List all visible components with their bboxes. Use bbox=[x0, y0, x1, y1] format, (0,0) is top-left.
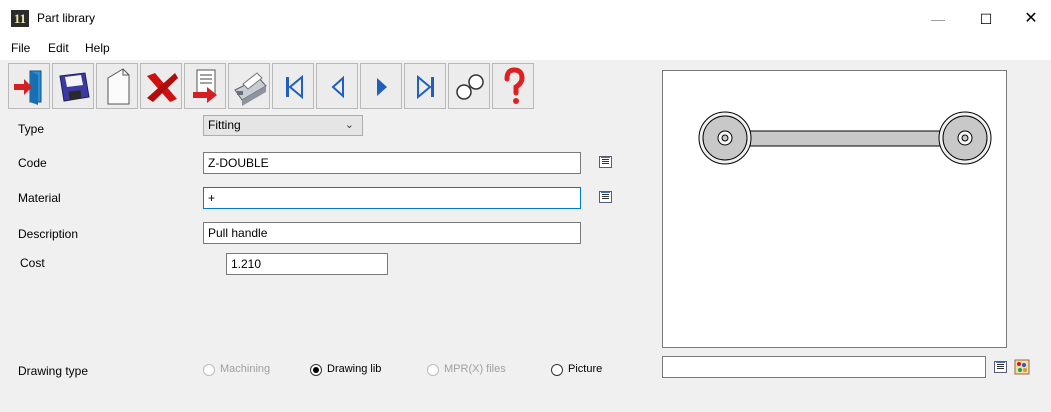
radio-drawing-lib-label: Drawing lib bbox=[327, 363, 382, 375]
menu-help[interactable]: Help bbox=[85, 41, 110, 55]
code-field[interactable]: Z-DOUBLE bbox=[203, 152, 581, 174]
menu-edit[interactable]: Edit bbox=[48, 41, 69, 55]
last-record-button[interactable] bbox=[404, 63, 446, 109]
close-button[interactable]: ✕ bbox=[1008, 0, 1051, 38]
delete-icon bbox=[147, 73, 178, 102]
radio-drawing-lib-circle bbox=[310, 364, 322, 376]
search-icon bbox=[456, 74, 484, 100]
print-button[interactable] bbox=[228, 63, 270, 109]
type-select-value: Fitting bbox=[208, 118, 241, 132]
radio-picture-circle bbox=[551, 364, 563, 376]
material-label: Material bbox=[18, 191, 61, 205]
next-record-button[interactable] bbox=[360, 63, 402, 109]
help-button[interactable] bbox=[492, 63, 534, 109]
minimize-button[interactable]: — bbox=[915, 0, 961, 38]
maximize-button[interactable]: ☐ bbox=[963, 0, 1009, 38]
cost-field[interactable]: 1.210 bbox=[226, 253, 388, 275]
app-icon: 11 bbox=[11, 10, 29, 27]
material-field[interactable]: + bbox=[203, 187, 581, 209]
first-record-button[interactable] bbox=[272, 63, 314, 109]
save-button[interactable] bbox=[52, 63, 94, 109]
material-lookup-icon[interactable] bbox=[599, 191, 612, 203]
type-select[interactable]: Fitting ⌄ bbox=[203, 115, 363, 136]
first-record-icon bbox=[286, 74, 303, 100]
delete-button[interactable] bbox=[140, 63, 182, 109]
drawing-lookup-icon[interactable] bbox=[994, 361, 1007, 373]
export-button[interactable] bbox=[184, 63, 226, 109]
last-record-icon bbox=[417, 74, 434, 100]
exit-icon bbox=[14, 70, 42, 105]
print-icon bbox=[234, 72, 267, 106]
radio-mpr-files-circle bbox=[427, 364, 439, 376]
search-button[interactable] bbox=[448, 63, 490, 109]
previous-record-button[interactable] bbox=[316, 63, 358, 109]
menu-file[interactable]: File bbox=[11, 41, 30, 55]
window-title: Part library bbox=[37, 11, 96, 25]
cost-label: Cost bbox=[20, 256, 45, 270]
description-field[interactable]: Pull handle bbox=[203, 222, 581, 244]
drawing-type-label: Drawing type bbox=[18, 364, 89, 378]
drawing-path-field[interactable] bbox=[662, 356, 986, 378]
help-icon bbox=[504, 67, 525, 104]
title-bar: 11 Part library — ☐ ✕ bbox=[0, 0, 1051, 38]
part-library-window: 11 Part library — ☐ ✕ File Edit Help Typ… bbox=[0, 0, 1051, 412]
drawing-preview bbox=[662, 70, 1007, 348]
type-label: Type bbox=[18, 122, 45, 136]
new-button[interactable] bbox=[96, 63, 138, 109]
exit-button[interactable] bbox=[8, 63, 50, 109]
radio-picture-label: Picture bbox=[568, 363, 603, 375]
radio-machining-label: Machining bbox=[220, 363, 271, 375]
toolbar bbox=[8, 63, 548, 109]
pull-handle-drawing bbox=[698, 111, 992, 165]
chevron-down-icon: ⌄ bbox=[344, 119, 354, 131]
code-lookup-icon[interactable] bbox=[599, 156, 612, 168]
description-label: Description bbox=[18, 227, 79, 241]
radio-machining-circle bbox=[203, 364, 215, 376]
menu-bar: File Edit Help bbox=[0, 38, 1051, 60]
code-label: Code bbox=[18, 156, 47, 170]
picture-browse-icon[interactable] bbox=[1014, 359, 1030, 375]
radio-mpr-files-label: MPR(X) files bbox=[444, 363, 506, 375]
export-icon bbox=[193, 69, 217, 103]
previous-record-icon bbox=[331, 75, 344, 99]
next-record-icon bbox=[377, 78, 387, 96]
save-icon bbox=[59, 72, 90, 102]
new-document-icon bbox=[107, 68, 130, 105]
